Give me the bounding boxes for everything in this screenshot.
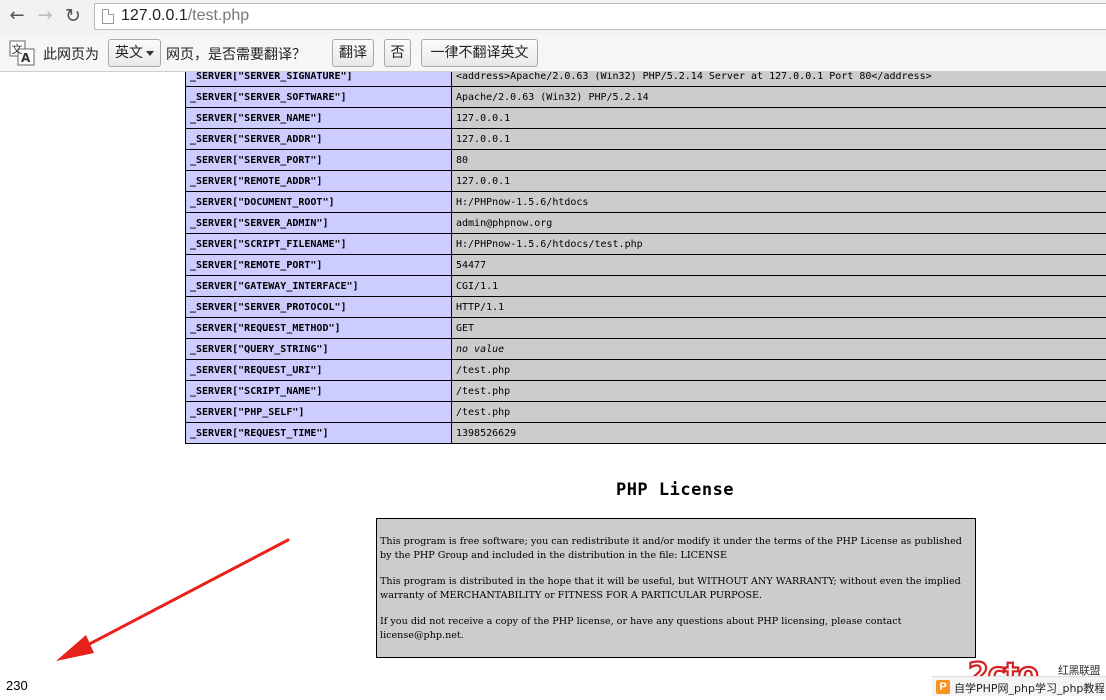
translate-infobar: 文 A 此网页为 英文 网页，是否需要翻译？ 翻译 否 一律不翻译英文 [0, 34, 1106, 72]
chevron-down-icon [146, 50, 154, 56]
back-button[interactable]: ← [6, 5, 28, 27]
svg-text:A: A [21, 51, 31, 65]
variable-value-cell: CGI/1.1 [451, 275, 1106, 297]
source-language-select[interactable]: 英文 [108, 39, 161, 67]
forward-arrow-icon: → [37, 5, 53, 26]
no-button[interactable]: 否 [384, 39, 411, 67]
url-text: 127.0.0.1/test.php [121, 7, 250, 24]
variable-value-cell: 127.0.0.1 [451, 170, 1106, 192]
reload-icon: ↻ [65, 5, 81, 27]
annotation-arrow [56, 538, 290, 661]
page-icon [102, 9, 114, 24]
watermark-text: 自学PHP网_php学习_php教程 [954, 682, 1104, 695]
never-translate-button[interactable]: 一律不翻译英文 [421, 39, 538, 67]
variable-value-cell: 127.0.0.1 [451, 128, 1106, 150]
variable-value-cell: 1398526629 [451, 422, 1106, 444]
variable-value-cell: 127.0.0.1 [451, 107, 1106, 129]
variable-value-cell: <address>Apache/2.0.63 (Win32) PHP/5.2.1… [451, 72, 1106, 87]
license-box: This program is free software; you can r… [376, 518, 976, 658]
variable-value-cell: 54477 [451, 254, 1106, 276]
variable-value-cell: GET [451, 317, 1106, 339]
variable-value-cell: H:/PHPnow-1.5.6/htdocs [451, 191, 1106, 213]
variable-value-cell: H:/PHPnow-1.5.6/htdocs/test.php [451, 233, 1106, 255]
variable-value-cell: /test.php [451, 359, 1106, 381]
variable-value-cell: HTTP/1.1 [451, 296, 1106, 318]
license-paragraph-3: If you did not receive a copy of the PHP… [380, 616, 902, 641]
translate-button[interactable]: 翻译 [332, 39, 374, 67]
php-site-icon: P [936, 680, 950, 694]
page-content: _SERVER["SERVER_SIGNATURE"] <address>Apac… [0, 72, 1106, 700]
reload-button[interactable]: ↻ [62, 5, 84, 27]
translate-icon: 文 A [9, 40, 35, 66]
address-bar[interactable]: 127.0.0.1/test.php [94, 3, 1106, 30]
back-arrow-icon: ← [9, 5, 25, 26]
watermark-bar: P 自学PHP网_php学习_php教程 [932, 676, 1106, 696]
license-paragraph-1: This program is free software; you can r… [380, 536, 962, 561]
variable-value-cell: /test.php [451, 401, 1106, 423]
browser-toolbar: ← → ↻ 127.0.0.1/test.php [0, 0, 1106, 34]
forward-button[interactable]: → [34, 5, 56, 27]
infobar-prefix: 此网页为 [43, 47, 99, 63]
variable-value-cell: /test.php [451, 380, 1106, 402]
infobar-question: 网页，是否需要翻译？ [166, 47, 306, 63]
variable-value-cell: Apache/2.0.63 (Win32) PHP/5.2.14 [451, 86, 1106, 108]
variable-value-cell: admin@phpnow.org [451, 212, 1106, 234]
variable-value-cell: no value [451, 338, 1106, 360]
license-paragraph-2: This program is distributed in the hope … [380, 576, 961, 601]
variable-value-cell: 80 [451, 149, 1106, 171]
